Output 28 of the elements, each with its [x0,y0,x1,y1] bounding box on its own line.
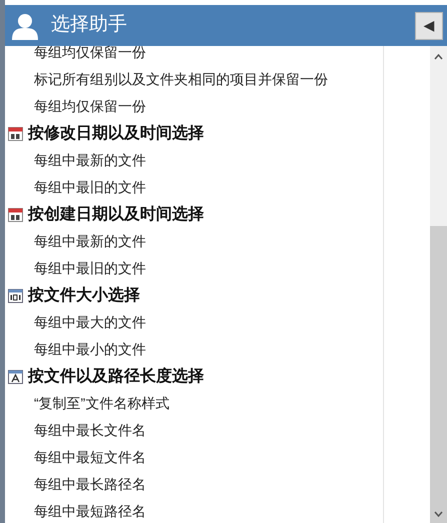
user-icon [11,12,39,40]
section-heading: 按修改日期以及时间选择 [28,124,204,144]
list-item[interactable]: 每组中最小的文件 [34,339,146,360]
number-icon [8,288,23,303]
collapse-button[interactable]: ◀ [415,12,443,40]
section-heading: 按文件大小选择 [28,285,140,306]
list-item[interactable]: 每组中最旧的文件 [34,177,146,198]
panel-title: 选择助手 [51,13,127,38]
list-item[interactable]: 每组中最短文件名 [34,447,146,468]
list-item[interactable]: 每组中最长路径名 [34,474,146,495]
list-item[interactable]: 每组中最新的文件 [34,150,146,171]
section-heading: 按文件以及路径长度选择 [28,366,204,386]
calendar-icon [8,126,23,141]
scroll-thumb[interactable] [430,226,447,523]
scrollbar[interactable] [430,46,447,523]
calendar-icon [8,207,23,222]
list-item[interactable]: 每组中最长文件名 [34,420,146,441]
list-item[interactable]: “复制至”文件名称样式 [34,393,170,414]
list-item[interactable]: 每组中最大的文件 [34,312,146,333]
list-item[interactable]: 每组中最短路径名 [34,501,146,522]
list-item[interactable]: 每组中最新的文件 [34,231,146,252]
section-heading: 按创建日期以及时间选择 [28,204,204,224]
list-item[interactable]: 标记所有组别以及文件夹相同的项目并保留一份 [34,69,328,90]
list-item[interactable]: 每组均仅保留一份 [34,96,146,117]
font-icon [8,369,23,384]
scroll-down-icon[interactable] [434,511,443,517]
list-item[interactable]: 每组中最旧的文件 [34,258,146,279]
scroll-up-icon[interactable] [434,54,443,60]
